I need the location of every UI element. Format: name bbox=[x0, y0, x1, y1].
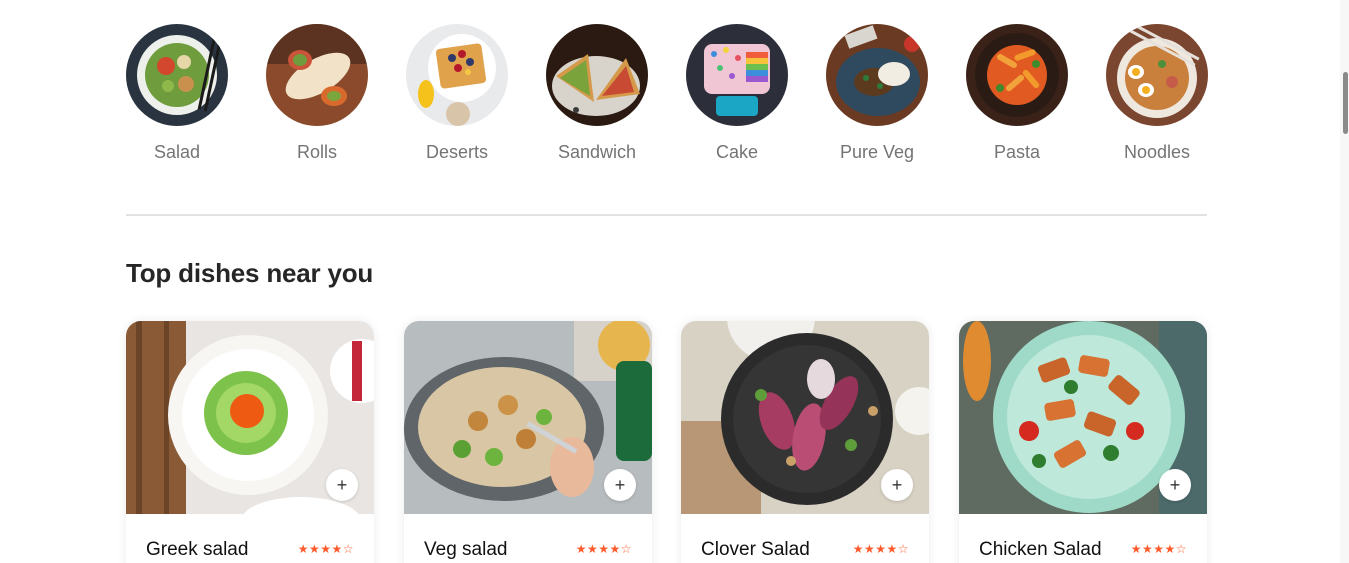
food-info: Veg salad ★★★★☆ bbox=[404, 514, 652, 563]
category-sandwich[interactable]: Sandwich bbox=[546, 24, 648, 163]
rating-stars: ★★★★☆ bbox=[575, 542, 632, 556]
food-info: Greek salad ★★★★☆ bbox=[126, 514, 374, 563]
rolls-image[interactable] bbox=[266, 24, 368, 126]
chicken-salad-image: + bbox=[959, 321, 1207, 514]
section-title: Top dishes near you bbox=[126, 258, 374, 288]
add-to-cart-button[interactable]: + bbox=[326, 469, 358, 501]
dish-name: Clover Salad bbox=[701, 539, 810, 560]
category-pure-veg[interactable]: Pure Veg bbox=[826, 24, 928, 163]
rating-stars: ★★★★☆ bbox=[852, 542, 909, 556]
category-label: Salad bbox=[153, 142, 201, 162]
deserts-image[interactable] bbox=[406, 24, 508, 126]
add-to-cart-button[interactable]: + bbox=[881, 469, 913, 501]
category-label: Noodles bbox=[1123, 142, 1191, 162]
noodles-image[interactable] bbox=[1106, 24, 1208, 126]
pure-veg-image[interactable] bbox=[826, 24, 928, 126]
dish-name: Veg salad bbox=[424, 539, 508, 560]
greek-salad-image: + bbox=[126, 321, 374, 514]
category-label: Pasta bbox=[993, 142, 1041, 162]
category-label: Sandwich bbox=[557, 142, 637, 162]
page: Salad Rolls Deserts Sandwich Cake Pure V… bbox=[0, 0, 1349, 563]
food-info: Chicken Salad ★★★★☆ bbox=[959, 514, 1207, 563]
food-card[interactable]: + Greek salad ★★★★☆ bbox=[126, 321, 374, 563]
category-salad[interactable]: Salad bbox=[126, 24, 228, 163]
rating-stars: ★★★★☆ bbox=[297, 542, 354, 556]
dish-name: Chicken Salad bbox=[979, 539, 1102, 560]
add-to-cart-button[interactable]: + bbox=[1159, 469, 1191, 501]
category-label: Cake bbox=[715, 142, 759, 162]
section-divider bbox=[126, 214, 1207, 216]
food-card[interactable]: + Chicken Salad ★★★★☆ bbox=[959, 321, 1207, 563]
cake-image[interactable] bbox=[686, 24, 788, 126]
scrollbar-thumb[interactable] bbox=[1343, 72, 1348, 134]
food-card[interactable]: + Veg salad ★★★★☆ bbox=[404, 321, 652, 563]
category-noodles[interactable]: Noodles bbox=[1106, 24, 1208, 163]
rating-stars: ★★★★☆ bbox=[1130, 542, 1187, 556]
category-cake[interactable]: Cake bbox=[686, 24, 788, 163]
clover-salad-image: + bbox=[681, 321, 929, 514]
salad-image[interactable] bbox=[126, 24, 228, 126]
add-to-cart-button[interactable]: + bbox=[604, 469, 636, 501]
category-list: Salad Rolls Deserts Sandwich Cake Pure V… bbox=[126, 24, 1208, 174]
veg-salad-image: + bbox=[404, 321, 652, 514]
dish-name: Greek salad bbox=[146, 539, 249, 560]
category-label: Pure Veg bbox=[839, 142, 915, 162]
pasta-image[interactable] bbox=[966, 24, 1068, 126]
category-rolls[interactable]: Rolls bbox=[266, 24, 368, 163]
scrollbar[interactable] bbox=[1340, 0, 1349, 563]
food-card[interactable]: + Clover Salad ★★★★☆ bbox=[681, 321, 929, 563]
food-info: Clover Salad ★★★★☆ bbox=[681, 514, 929, 563]
category-label: Deserts bbox=[425, 142, 488, 162]
category-pasta[interactable]: Pasta bbox=[966, 24, 1068, 163]
category-label: Rolls bbox=[296, 142, 337, 162]
sandwich-image[interactable] bbox=[546, 24, 648, 126]
category-deserts[interactable]: Deserts bbox=[406, 24, 508, 163]
